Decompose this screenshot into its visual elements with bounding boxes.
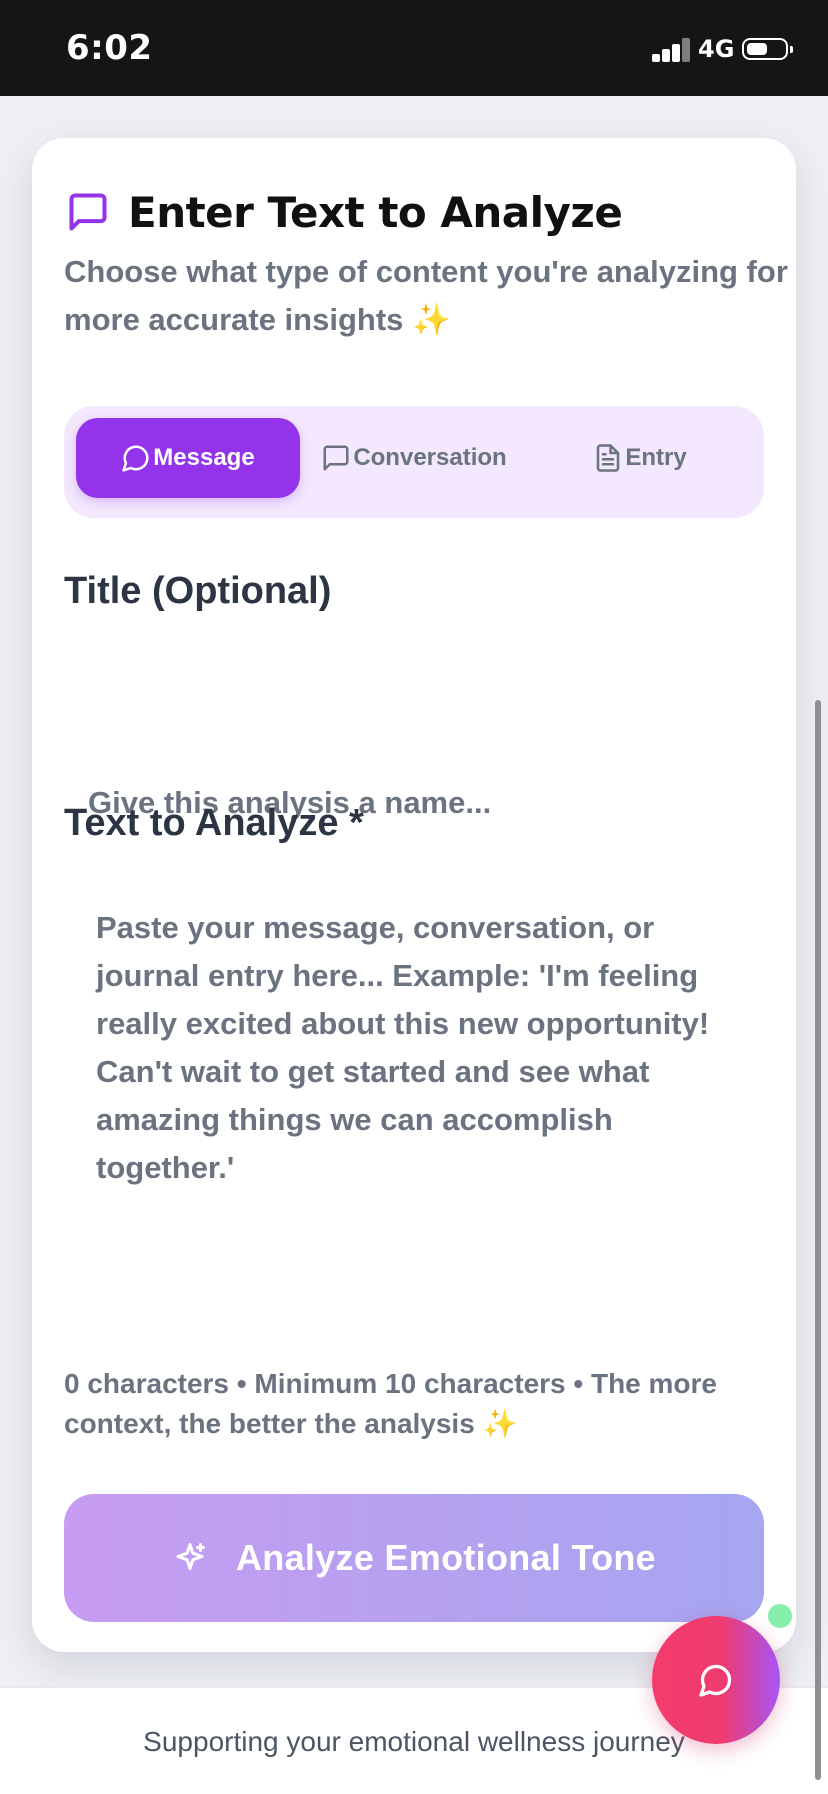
online-status-dot <box>768 1604 792 1628</box>
content-type-tabs: Message Conversation Entry <box>64 406 764 518</box>
tab-conversation-label: Conversation <box>353 444 507 471</box>
signal-strength-icon <box>652 38 692 62</box>
character-count-helper: 0 characters • Minimum 10 characters • T… <box>64 1368 717 1439</box>
file-text-icon <box>597 444 620 472</box>
tab-conversation[interactable]: Conversation <box>302 418 526 498</box>
text-to-analyze-input[interactable] <box>64 890 764 1390</box>
page-title: Enter Text to Analyze <box>128 187 623 237</box>
message-square-icon <box>69 193 107 231</box>
scrollbar[interactable] <box>815 700 821 1780</box>
sparkles-icon <box>176 1543 205 1570</box>
status-time: 6:02 <box>66 28 153 68</box>
network-type: 4G <box>698 35 735 63</box>
text-field-label: Text to Analyze * <box>64 802 364 844</box>
analyze-button-label: Analyze Emotional Tone <box>236 1537 656 1578</box>
tab-message[interactable]: Message <box>76 418 300 498</box>
message-square-icon <box>323 445 349 471</box>
analyze-card: Enter Text to Analyze Choose what type o… <box>32 138 796 1652</box>
heading-row: Enter Text to Analyze <box>66 180 623 244</box>
tab-message-label: Message <box>153 444 255 471</box>
message-circle-icon <box>122 445 149 472</box>
tab-entry[interactable]: Entry <box>528 418 752 498</box>
status-bar: 6:02 4G <box>0 0 828 96</box>
page-subtitle: Choose what type of content you're analy… <box>64 254 788 337</box>
analyze-emotional-tone-button[interactable]: Analyze Emotional Tone <box>64 1494 764 1622</box>
battery-icon <box>742 38 793 60</box>
chat-bubble-icon <box>699 1664 732 1697</box>
chat-button[interactable] <box>652 1616 780 1744</box>
tab-entry-label: Entry <box>625 444 687 471</box>
title-field-label: Title (Optional) <box>64 570 332 612</box>
